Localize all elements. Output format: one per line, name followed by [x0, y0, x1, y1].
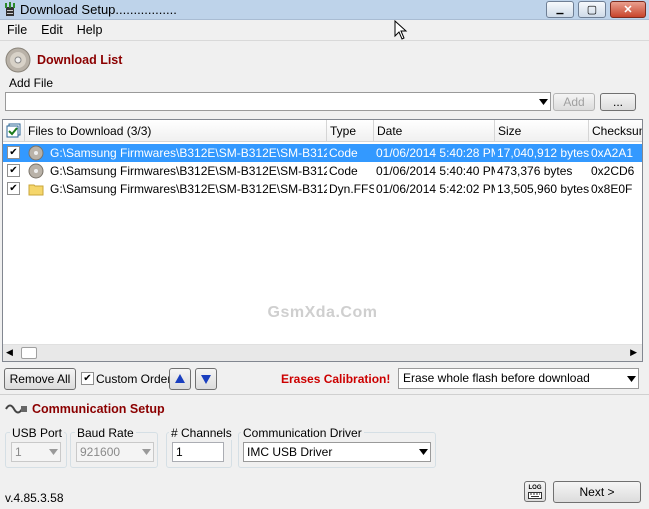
column-files[interactable]: Files to Download (3/3) [25, 120, 327, 142]
usb-port-select[interactable]: 1 [11, 442, 61, 462]
erase-option-select[interactable]: Erase whole flash before download [398, 368, 639, 389]
horizontal-scrollbar[interactable]: ◀ ▶ [3, 344, 642, 361]
cursor-icon [394, 20, 408, 40]
files-list-header: Files to Download (3/3) Type Date Size C… [3, 120, 642, 142]
next-button[interactable]: Next > [553, 481, 641, 503]
maximize-button[interactable]: ▢ [578, 1, 606, 18]
custom-order-label: Custom Order [96, 372, 172, 386]
table-row[interactable]: ✔ G:\Samsung Firmwares\B312E\SM-B312E\SM… [3, 180, 642, 198]
scrollbar-thumb[interactable] [21, 347, 37, 359]
row-date: 01/06/2014 5:40:28 PM [376, 146, 495, 160]
add-file-combo[interactable] [5, 92, 551, 111]
add-button[interactable]: Add [553, 93, 595, 111]
usb-port-label: USB Port [10, 426, 65, 440]
row-size: 473,376 bytes [497, 164, 573, 178]
usb-cable-icon [5, 404, 27, 414]
communication-setup-title: Communication Setup [32, 402, 165, 416]
move-up-button[interactable] [169, 368, 191, 390]
row-type: Code [329, 164, 358, 178]
custom-order-checkbox[interactable]: ✔ [81, 372, 94, 385]
row-date: 01/06/2014 5:42:02 PM [376, 182, 495, 196]
erase-option-value: Erase whole flash before download [403, 371, 590, 385]
scroll-left-icon[interactable]: ◀ [6, 347, 13, 358]
remove-all-button[interactable]: Remove All [4, 368, 76, 390]
column-date[interactable]: Date [374, 120, 495, 142]
move-down-button[interactable] [195, 368, 217, 390]
baud-rate-value: 921600 [80, 445, 121, 459]
minimize-icon: ▁ [556, 4, 564, 14]
row-checksum: 0x8E0F [591, 182, 633, 196]
column-type[interactable]: Type [327, 120, 374, 142]
row-type: Dyn.FFS [329, 182, 374, 196]
keyboard-icon [528, 491, 542, 499]
title-bar: Download Setup................. ▁ ▢ ✕ [0, 0, 649, 20]
usb-port-value: 1 [15, 445, 22, 459]
log-button[interactable]: LOG [524, 481, 546, 502]
select-all-icon [6, 123, 21, 138]
row-type: Code [329, 146, 358, 160]
baud-rate-select[interactable]: 921600 [76, 442, 154, 462]
browse-button[interactable]: ... [600, 93, 636, 111]
row-checkbox[interactable]: ✔ [7, 182, 20, 195]
menu-file[interactable]: File [0, 23, 34, 37]
row-size: 13,505,960 bytes [497, 182, 589, 196]
row-path: G:\Samsung Firmwares\B312E\SM-B312E\SM-B… [50, 164, 327, 178]
version-label: v.4.85.3.58 [5, 491, 64, 505]
baud-rate-label: Baud Rate [75, 426, 136, 440]
window-title: Download Setup................. [20, 2, 177, 17]
chevron-down-icon [539, 98, 548, 105]
menu-help[interactable]: Help [70, 23, 110, 37]
erases-calibration-warning: Erases Calibration! [281, 372, 391, 386]
row-checkbox[interactable]: ✔ [7, 146, 20, 159]
cd-icon [5, 47, 31, 73]
row-checksum: 0xA2A1 [591, 146, 634, 160]
row-path: G:\Samsung Firmwares\B312E\SM-B312E\SM-B… [50, 146, 327, 160]
chevron-down-icon [49, 449, 58, 455]
log-icon: LOG [528, 484, 542, 491]
driver-value: IMC USB Driver [247, 445, 333, 459]
row-date: 01/06/2014 5:40:40 PM [376, 164, 495, 178]
arrow-up-icon [175, 374, 185, 383]
maximize-icon: ▢ [586, 4, 598, 16]
chevron-down-icon [627, 375, 636, 382]
row-checkbox[interactable]: ✔ [7, 164, 20, 177]
row-size: 17,040,912 bytes [497, 146, 589, 160]
app-icon [5, 2, 15, 16]
close-button[interactable]: ✕ [610, 1, 646, 18]
folder-icon [28, 184, 44, 196]
close-icon: ✕ [623, 4, 633, 16]
cd-icon [28, 163, 44, 179]
row-checksum: 0x2CD6 [591, 164, 635, 178]
select-all-column[interactable] [3, 120, 25, 142]
chevron-down-icon [142, 449, 151, 455]
download-list-title: Download List [37, 53, 123, 67]
files-list[interactable]: Files to Download (3/3) Type Date Size C… [2, 119, 643, 362]
driver-label: Communication Driver [241, 426, 364, 440]
channels-label: # Channels [169, 426, 234, 440]
table-row[interactable]: ✔ G:\Samsung Firmwares\B312E\SM-B312E\SM… [3, 144, 642, 162]
minimize-button[interactable]: ▁ [546, 1, 574, 18]
menu-edit[interactable]: Edit [34, 23, 70, 37]
add-file-label: Add File [9, 76, 54, 90]
channels-input[interactable]: 1 [172, 442, 224, 462]
scroll-right-icon[interactable]: ▶ [630, 347, 637, 358]
table-row[interactable]: ✔ G:\Samsung Firmwares\B312E\SM-B312E\SM… [3, 162, 642, 180]
cd-icon [28, 145, 44, 161]
column-checksum[interactable]: Checksum [589, 120, 642, 142]
chevron-down-icon [419, 449, 428, 455]
row-path: G:\Samsung Firmwares\B312E\SM-B312E\SM-B… [50, 182, 327, 196]
add-file-value [6, 94, 9, 108]
arrow-down-icon [201, 375, 211, 384]
communication-setup-header: Communication Setup [4, 400, 165, 418]
driver-select[interactable]: IMC USB Driver [243, 442, 431, 462]
watermark: GsmXda.Com [267, 304, 378, 321]
column-size[interactable]: Size [495, 120, 589, 142]
menu-bar: File Edit Help [0, 20, 649, 40]
download-list-header: Download List [5, 47, 122, 73]
